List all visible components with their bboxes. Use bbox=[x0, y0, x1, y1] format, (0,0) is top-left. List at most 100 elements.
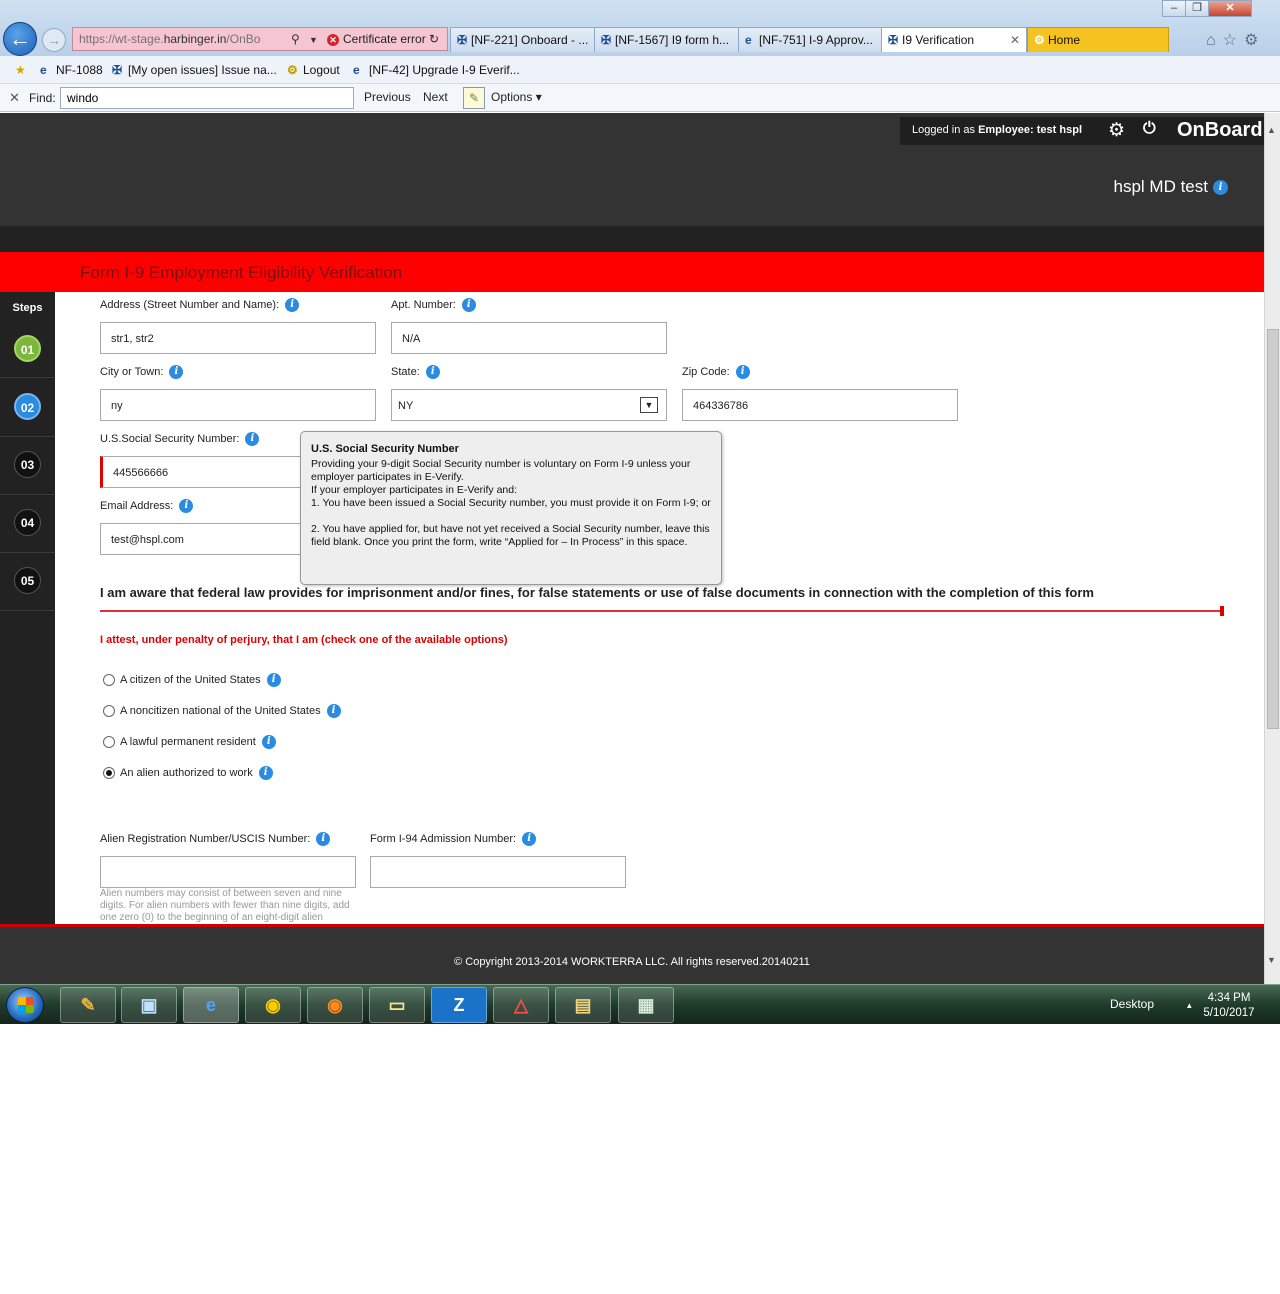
zip-field[interactable]: 464336786 bbox=[682, 389, 958, 421]
step-badge: 01 bbox=[14, 335, 41, 362]
steps-sidebar: Steps 01 02 03 04 05 bbox=[0, 292, 55, 924]
zip-label: Zip Code: i bbox=[682, 365, 750, 379]
close-tab-icon[interactable]: ✕ bbox=[1010, 33, 1020, 47]
info-icon[interactable]: i bbox=[326, 704, 341, 718]
tab-nf-221[interactable]: ✠ [NF-221] Onboard - ... bbox=[450, 27, 595, 52]
alien-number-label: Alien Registration Number/USCIS Number: i bbox=[100, 832, 331, 846]
info-icon[interactable]: i bbox=[169, 365, 184, 379]
info-icon[interactable]: i bbox=[245, 432, 260, 446]
step-badge: 03 bbox=[14, 451, 41, 478]
find-previous-button[interactable]: Previous bbox=[364, 90, 411, 104]
info-icon[interactable]: i bbox=[258, 766, 273, 780]
close-find-icon[interactable]: ✕ bbox=[9, 90, 20, 106]
acrobat-icon[interactable]: △ bbox=[493, 987, 549, 1023]
browser-tool-icons: ⌂☆⚙ bbox=[1206, 30, 1265, 50]
tools-gear-icon[interactable]: ⚙ bbox=[1244, 32, 1265, 49]
file-explorer-icon[interactable]: ▤ bbox=[555, 987, 611, 1023]
step-04[interactable]: 04 bbox=[0, 495, 55, 553]
scroll-up-icon[interactable]: ▲ bbox=[1267, 125, 1276, 135]
info-icon[interactable]: i bbox=[266, 673, 281, 687]
step-badge: 05 bbox=[14, 567, 41, 594]
apt-field[interactable]: N/A bbox=[391, 322, 667, 354]
minimize-button[interactable]: – bbox=[1162, 0, 1186, 17]
favorites-star-icon[interactable]: ☆ bbox=[1223, 32, 1244, 49]
radio-button[interactable] bbox=[103, 674, 115, 686]
address-label: Address (Street Number and Name): i bbox=[100, 298, 300, 312]
radio-button-selected[interactable] bbox=[103, 767, 115, 779]
jira-icon: ✠ bbox=[601, 33, 612, 47]
favorite-nf-42[interactable]: e [NF-42] Upgrade I-9 Everif... bbox=[353, 63, 520, 77]
step-03[interactable]: 03 bbox=[0, 437, 55, 495]
highlight-icon[interactable]: ✎ bbox=[463, 87, 485, 109]
find-next-button[interactable]: Next bbox=[423, 90, 448, 104]
find-options-button[interactable]: Options ▾ bbox=[491, 90, 542, 104]
search-icon[interactable]: ⚲ bbox=[291, 32, 300, 46]
internet-explorer-icon[interactable]: e bbox=[183, 987, 239, 1023]
info-icon[interactable]: i bbox=[179, 499, 194, 513]
dropdown-arrow-icon[interactable]: ▼ bbox=[309, 35, 318, 45]
favorite-my-open-issues[interactable]: ✠ [My open issues] Issue na... bbox=[112, 63, 277, 77]
find-input[interactable] bbox=[60, 87, 354, 109]
address-field[interactable]: str1, str2 bbox=[100, 322, 376, 354]
step-01[interactable]: 01 bbox=[0, 320, 55, 378]
tab-home[interactable]: ⚙ Home bbox=[1027, 27, 1169, 52]
ie-icon: e bbox=[745, 33, 752, 47]
tray-chevron-icon[interactable]: ▲ bbox=[1185, 1001, 1193, 1010]
close-window-button[interactable]: ✕ bbox=[1208, 0, 1252, 17]
info-icon[interactable]: i bbox=[461, 298, 476, 312]
info-icon[interactable]: i bbox=[316, 832, 331, 846]
info-icon[interactable]: i bbox=[522, 832, 537, 846]
option-citizen[interactable]: A citizen of the United States i bbox=[103, 673, 281, 687]
start-button[interactable] bbox=[6, 987, 44, 1023]
option-alien-authorized[interactable]: An alien authorized to work i bbox=[103, 766, 273, 780]
calculator-icon[interactable]: ▦ bbox=[618, 987, 674, 1023]
address-bar[interactable]: https://wt-stage.harbinger.in/OnBo ⚲ ▼ ✕… bbox=[72, 27, 448, 51]
i94-field[interactable] bbox=[370, 856, 626, 888]
chrome-icon[interactable]: ◉ bbox=[245, 987, 301, 1023]
info-icon[interactable]: i bbox=[261, 735, 276, 749]
info-icon[interactable]: i bbox=[735, 365, 750, 379]
tab-nf-751[interactable]: e [NF-751] I-9 Approv... bbox=[738, 27, 882, 52]
page-scrollbar[interactable]: ▲ ▼ bbox=[1264, 113, 1280, 984]
favorite-logout[interactable]: ⚙ Logout bbox=[287, 63, 340, 77]
clock-date: 5/10/2017 bbox=[1203, 1007, 1255, 1019]
paint-icon[interactable]: ✎ bbox=[60, 987, 116, 1023]
desktop-toolbar[interactable]: Desktop ▲ bbox=[1110, 997, 1193, 1011]
state-select[interactable]: NY ▼ bbox=[391, 389, 667, 421]
system-clock[interactable]: 4:34 PM 5/10/2017 bbox=[1196, 991, 1262, 1021]
option-noncitizen-national[interactable]: A noncitizen national of the United Stat… bbox=[103, 704, 341, 718]
step-05[interactable]: 05 bbox=[0, 553, 55, 611]
favorites-star-icon[interactable]: ★ bbox=[15, 63, 26, 77]
tab-nf-1567[interactable]: ✠ [NF-1567] I9 form h... bbox=[594, 27, 739, 52]
scroll-thumb[interactable] bbox=[1267, 329, 1279, 729]
home-icon[interactable]: ⌂ bbox=[1206, 32, 1223, 49]
org-info-icon[interactable]: i bbox=[1213, 180, 1228, 195]
scroll-down-icon[interactable]: ▼ bbox=[1267, 955, 1276, 965]
power-icon[interactable]: ⏻ bbox=[1143, 120, 1156, 138]
back-button[interactable]: ← bbox=[3, 22, 37, 56]
radio-button[interactable] bbox=[103, 736, 115, 748]
ssn-tooltip: U.S. Social Security Number Providing yo… bbox=[300, 431, 722, 585]
favorite-nf-1088[interactable]: e NF-1088 bbox=[40, 63, 103, 77]
attest-heading: I attest, under penalty of perjury, that… bbox=[100, 634, 508, 646]
settings-gear-icon[interactable]: ⚙ bbox=[1108, 119, 1125, 142]
forward-button[interactable]: → bbox=[42, 28, 66, 52]
notepad-icon[interactable]: ▣ bbox=[121, 987, 177, 1023]
info-icon[interactable]: i bbox=[425, 365, 440, 379]
city-field[interactable]: ny bbox=[100, 389, 376, 421]
option-permanent-resident[interactable]: A lawful permanent resident i bbox=[103, 735, 276, 749]
sticky-notes-icon[interactable]: ▭ bbox=[369, 987, 425, 1023]
step-02[interactable]: 02 bbox=[0, 379, 55, 437]
apt-label: Apt. Number: i bbox=[391, 298, 476, 312]
certificate-error[interactable]: ✕ Certificate error ↻ bbox=[327, 32, 439, 46]
federal-law-warning: I am aware that federal law provides for… bbox=[100, 585, 1094, 600]
z-app-icon[interactable]: Z bbox=[431, 987, 487, 1023]
window-controls: – ❐ ✕ bbox=[1162, 0, 1252, 18]
restore-button[interactable]: ❐ bbox=[1185, 0, 1209, 17]
home-tab-icon: ⚙ bbox=[1034, 33, 1045, 47]
tab-i9-verification[interactable]: ✠ I9 Verification ✕ bbox=[881, 27, 1027, 52]
alien-number-field[interactable] bbox=[100, 856, 356, 888]
firefox-icon[interactable]: ◉ bbox=[307, 987, 363, 1023]
radio-button[interactable] bbox=[103, 705, 115, 717]
info-icon[interactable]: i bbox=[285, 298, 300, 312]
